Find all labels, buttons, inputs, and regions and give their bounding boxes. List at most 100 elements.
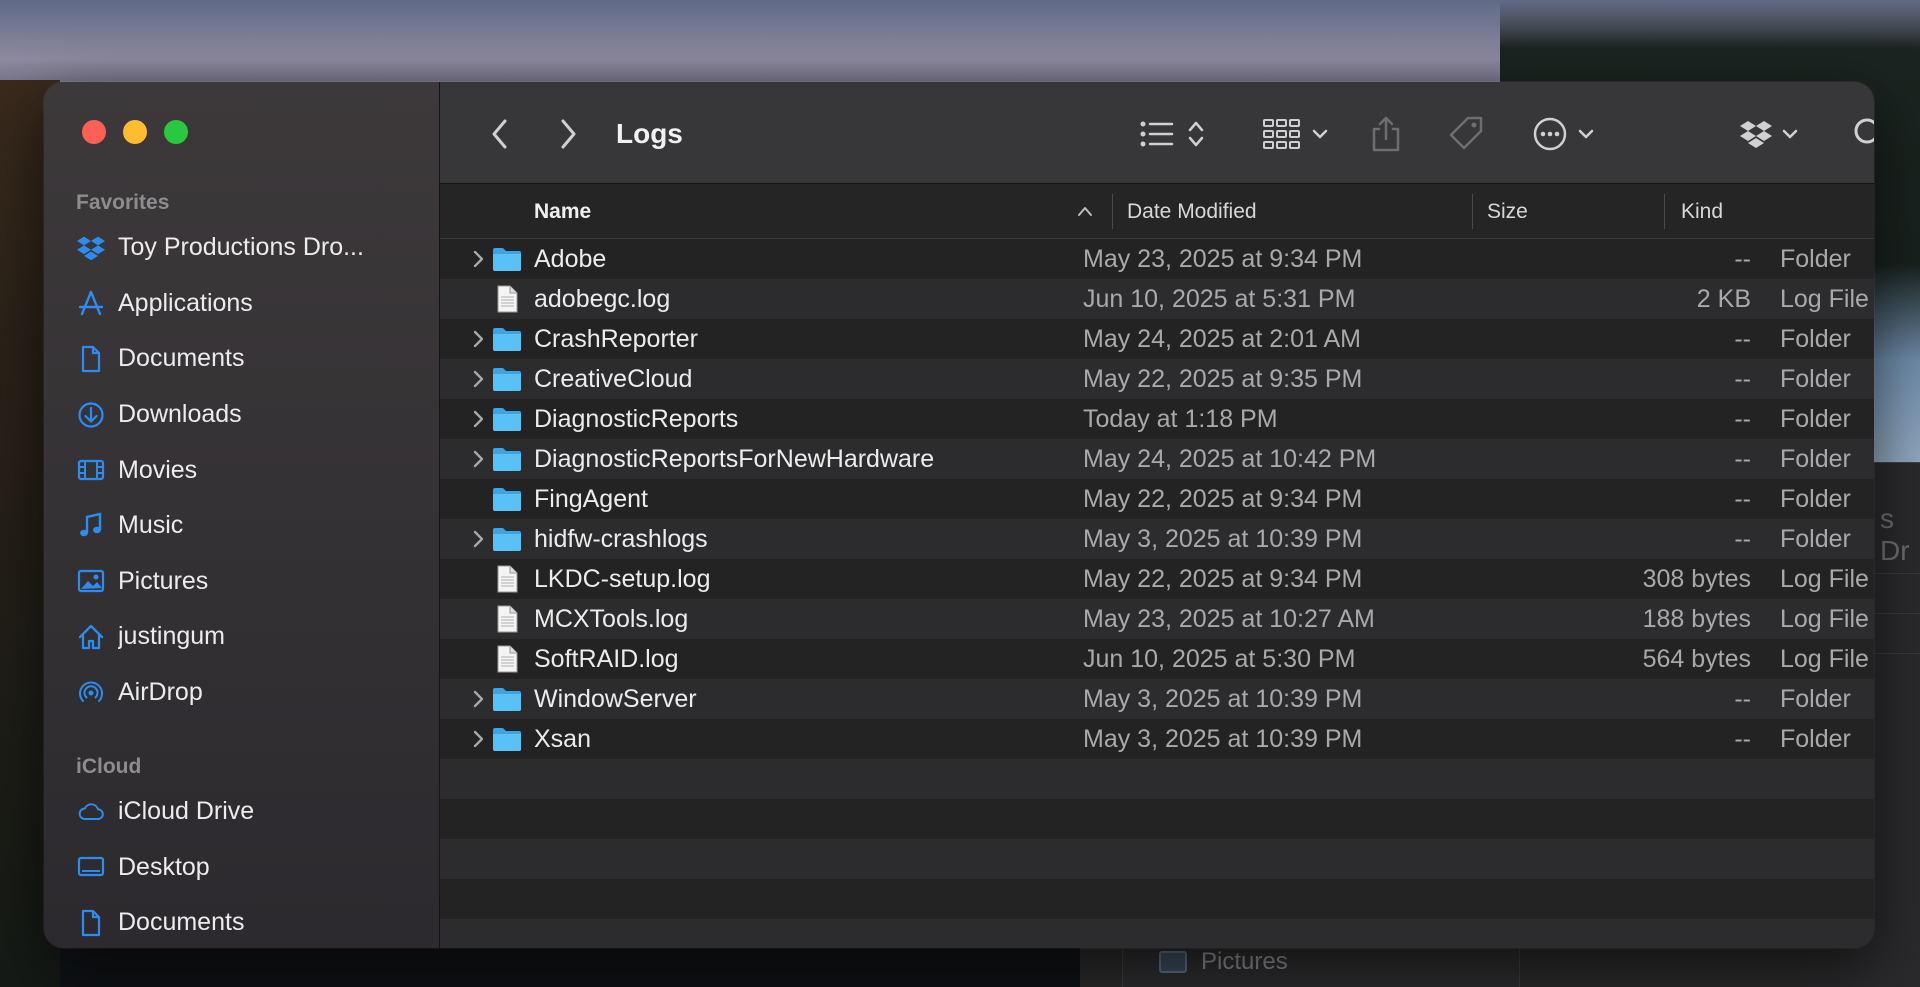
airdrop-icon xyxy=(76,678,106,708)
disclosure-chevron-icon[interactable] xyxy=(468,407,488,431)
minimize-window-button[interactable] xyxy=(123,120,147,144)
file-size: -- xyxy=(1734,685,1751,713)
disclosure-chevron-icon[interactable] xyxy=(468,687,488,711)
sidebar-item-documents[interactable]: Documents xyxy=(44,895,440,948)
empty-row xyxy=(440,919,1874,948)
sidebar-item-label: iCloud Drive xyxy=(118,797,255,826)
sidebar-heading-icloud: iCloud xyxy=(76,755,142,778)
file-row[interactable]: Xsan May 3, 2025 at 10:39 PM -- Folder xyxy=(440,719,1874,759)
share-icon xyxy=(1372,116,1400,152)
sidebar-item-applications[interactable]: Applications xyxy=(44,276,440,332)
close-window-button[interactable] xyxy=(82,120,106,144)
sidebar-item-label: Downloads xyxy=(118,400,242,429)
window-title: Logs xyxy=(616,118,683,149)
film-icon xyxy=(76,455,106,485)
file-size: 188 bytes xyxy=(1642,605,1751,633)
file-kind: Folder xyxy=(1780,445,1851,473)
file-row[interactable]: DiagnosticReportsForNewHardware May 24, 2… xyxy=(440,439,1874,479)
file-row[interactable]: WindowServer May 3, 2025 at 10:39 PM -- Fol… xyxy=(440,679,1874,719)
file-name: FingAgent xyxy=(534,485,648,513)
folder-icon xyxy=(492,325,522,353)
file-row[interactable]: hidfw-crashlogs May 3, 2025 at 10:39 PM --… xyxy=(440,519,1874,559)
empty-row xyxy=(440,839,1874,879)
disclosure-chevron-icon[interactable] xyxy=(468,527,488,551)
column-header-kind[interactable]: Kind xyxy=(1681,184,1723,239)
forward-button[interactable] xyxy=(548,112,588,156)
view-options-button[interactable] xyxy=(1138,112,1214,156)
sidebar-item-label: Documents xyxy=(118,344,245,373)
back-button[interactable] xyxy=(480,112,520,156)
sidebar-item-airdrop[interactable]: AirDrop xyxy=(44,665,440,721)
dropbox-menu-button[interactable] xyxy=(1740,112,1804,156)
column-separator[interactable] xyxy=(1112,194,1113,229)
file-kind: Folder xyxy=(1780,485,1851,513)
sidebar-heading-favorites: Favorites xyxy=(76,191,170,214)
sidebar-item-desktop[interactable]: Desktop xyxy=(44,840,440,896)
file-name: adobegc.log xyxy=(534,285,671,313)
disclosure-chevron-icon[interactable] xyxy=(468,367,488,391)
document-icon xyxy=(76,344,106,374)
folder-icon xyxy=(492,365,522,393)
file-kind: Folder xyxy=(1780,525,1851,553)
background-pictures-label: Pictures xyxy=(1201,948,1288,975)
file-size: -- xyxy=(1734,725,1751,753)
file-kind: Log File xyxy=(1780,645,1869,673)
disclosure-chevron-icon[interactable] xyxy=(468,447,488,471)
more-icon xyxy=(1533,117,1594,151)
sidebar-item-icloud-drive[interactable]: iCloud Drive xyxy=(44,784,440,840)
file-kind: Log File xyxy=(1780,565,1869,593)
log-file-icon xyxy=(492,565,522,593)
file-row[interactable]: FingAgent May 22, 2025 at 9:34 PM -- Folder xyxy=(440,479,1874,519)
sidebar-item-downloads[interactable]: Downloads xyxy=(44,387,440,443)
dropbox-icon xyxy=(76,233,106,263)
column-separator[interactable] xyxy=(1472,194,1473,229)
column-header-date-modified[interactable]: Date Modified xyxy=(1127,184,1257,239)
file-row[interactable]: CrashReporter May 24, 2025 at 2:01 AM -- Fo… xyxy=(440,319,1874,359)
file-name: SoftRAID.log xyxy=(534,645,679,673)
file-size: -- xyxy=(1734,525,1751,553)
file-name: Xsan xyxy=(534,725,591,753)
column-header-name[interactable]: Name xyxy=(534,184,591,239)
sidebar-item-label: Documents xyxy=(118,908,245,937)
share-button[interactable] xyxy=(1368,112,1404,156)
folder-icon xyxy=(492,245,522,273)
tag-button[interactable] xyxy=(1446,112,1486,156)
sidebar-item-pictures[interactable]: Pictures xyxy=(44,554,440,610)
file-kind: Folder xyxy=(1780,245,1851,273)
file-name: DiagnosticReports xyxy=(534,405,739,433)
sidebar-item-music[interactable]: Music xyxy=(44,498,440,554)
background-window-title: s Dr xyxy=(1880,503,1910,566)
log-file-icon xyxy=(492,285,522,313)
maximize-window-button[interactable] xyxy=(164,120,188,144)
sidebar-item-label: Pictures xyxy=(118,566,209,595)
search-button[interactable] xyxy=(1850,112,1874,156)
action-menu-button[interactable] xyxy=(1532,112,1602,156)
column-separator[interactable] xyxy=(1664,194,1665,229)
file-name: MCXTools.log xyxy=(534,605,689,633)
sidebar-icloud: iCloud iCloud Drive Desktop Documents xyxy=(44,750,440,948)
file-row[interactable]: DiagnosticReports Today at 1:18 PM -- Folde… xyxy=(440,399,1874,439)
disclosure-chevron-icon[interactable] xyxy=(468,247,488,271)
sidebar-item-label: Toy Productions Dro... xyxy=(118,233,364,262)
sidebar-item-movies[interactable]: Movies xyxy=(44,442,440,498)
folder-icon xyxy=(492,725,522,753)
disclosure-chevron-icon[interactable] xyxy=(468,327,488,351)
file-size: -- xyxy=(1734,445,1751,473)
file-row[interactable]: MCXTools.log May 23, 2025 at 10:27 AM 188 … xyxy=(440,599,1874,639)
file-kind: Folder xyxy=(1780,405,1851,433)
file-row[interactable]: Adobe May 23, 2025 at 9:34 PM -- Folder xyxy=(440,239,1874,279)
applications-icon xyxy=(76,288,106,318)
group-button[interactable] xyxy=(1262,112,1334,156)
sidebar-item-documents[interactable]: Documents xyxy=(44,331,440,387)
sidebar-item-label: Movies xyxy=(118,455,198,484)
file-row[interactable]: adobegc.log Jun 10, 2025 at 5:31 PM 2 KB Lo… xyxy=(440,279,1874,319)
sidebar-item-toy-productions-dro[interactable]: Toy Productions Dro... xyxy=(44,220,440,276)
column-header-size[interactable]: Size xyxy=(1487,184,1528,239)
sidebar-item-justingum[interactable]: justingum xyxy=(44,609,440,665)
file-row[interactable]: LKDC-setup.log May 22, 2025 at 9:34 PM 308… xyxy=(440,559,1874,599)
disclosure-chevron-icon[interactable] xyxy=(468,727,488,751)
file-row[interactable]: SoftRAID.log Jun 10, 2025 at 5:30 PM 564 b… xyxy=(440,639,1874,679)
dropbox-icon xyxy=(1740,121,1798,148)
picture-icon xyxy=(1159,951,1187,973)
file-row[interactable]: CreativeCloud May 22, 2025 at 9:35 PM -- Fo… xyxy=(440,359,1874,399)
